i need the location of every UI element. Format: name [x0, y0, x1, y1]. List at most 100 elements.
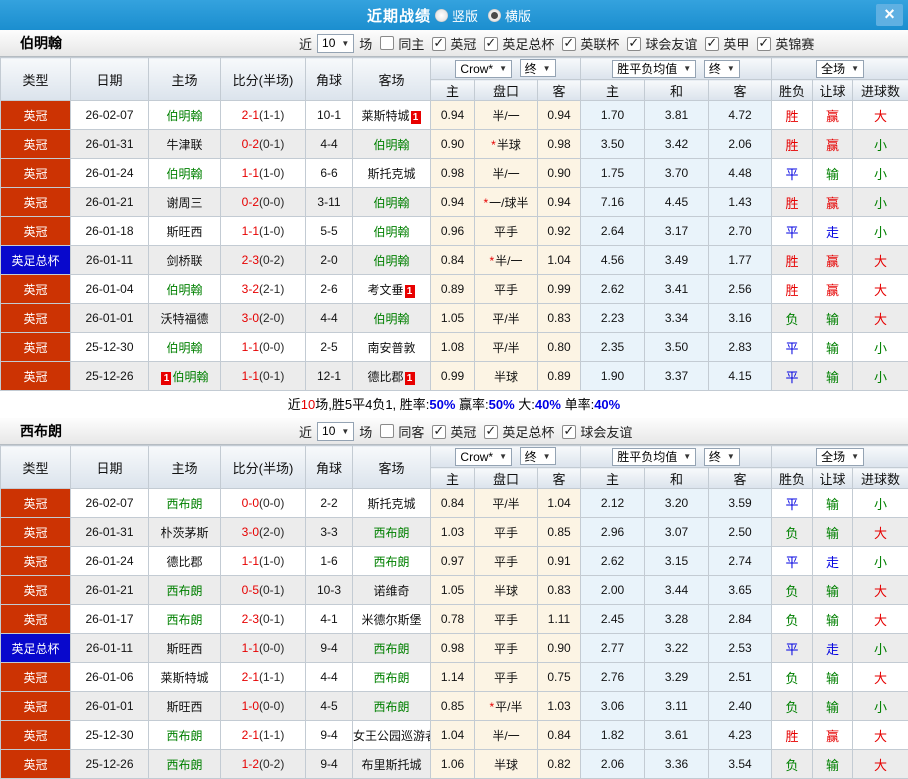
date-cell: 25-12-30	[71, 333, 149, 362]
recent-count-value: 10	[322, 424, 335, 438]
fulltime-score: 1-1	[242, 369, 259, 383]
match-row: 英足总杯26-01-11斯旺西1-1(0-0)9-4西布朗0.98平手0.902…	[1, 634, 908, 663]
handicap-cell: 平手	[475, 663, 538, 692]
score-cell: 3-0(2-0)	[221, 304, 306, 333]
result-cell: 胜	[772, 721, 813, 750]
wdl-average-select[interactable]: 胜平负均值▼	[612, 60, 696, 78]
col-home: 主场	[149, 446, 221, 489]
recent-count-select[interactable]: 10▼	[317, 422, 354, 441]
radio-horizontal-layout[interactable]: 横版	[488, 6, 531, 25]
handicap-result-cell: 输	[813, 663, 853, 692]
league-checkbox[interactable]	[484, 37, 498, 51]
avg-win-cell: 2.77	[581, 634, 645, 663]
avg-draw-cell: 3.41	[645, 275, 709, 304]
odds-away-cell: 0.90	[538, 159, 581, 188]
scope-select[interactable]: 全场▼	[816, 60, 864, 78]
score-cell: 1-1(0-0)	[221, 634, 306, 663]
redcard-icon: 1	[405, 372, 415, 385]
league-checkbox[interactable]	[432, 425, 446, 439]
league-checkbox[interactable]	[562, 425, 576, 439]
avg-lose-cell: 2.70	[709, 217, 772, 246]
titlebar: 近期战绩 竖版 横版 ×	[0, 0, 908, 30]
fulltime-score: 1-1	[242, 224, 259, 238]
corner-cell: 9-4	[306, 721, 353, 750]
odds-company-select[interactable]: Crow*▼	[455, 60, 512, 78]
home-team-name: 德比郡	[166, 555, 202, 569]
away-cell: 伯明翰	[353, 188, 431, 217]
summary-segment: 50%	[429, 397, 455, 412]
away-team-name: 斯托克城	[367, 167, 415, 181]
match-row: 英冠26-01-21谢周三0-2(0-0)3-11伯明翰0.94*一/球半0.9…	[1, 188, 908, 217]
sub-handicap-result: 让球	[813, 80, 853, 101]
home-cell: 谢周三	[149, 188, 221, 217]
sub-goals: 进球数	[853, 468, 908, 489]
handicap-cell: 平/半	[475, 333, 538, 362]
sub-draw: 和	[645, 468, 709, 489]
avg-draw-cell: 3.81	[645, 101, 709, 130]
odds-header-cell: Crow*▼ 终▼	[431, 58, 581, 80]
avg-lose-cell: 2.84	[709, 605, 772, 634]
recent-count-select[interactable]: 10▼	[317, 34, 354, 53]
home-team-name: 西布朗	[166, 758, 202, 772]
date-cell: 25-12-26	[71, 362, 149, 391]
same-home-checkbox[interactable]	[380, 36, 394, 50]
goals-cell: 大	[853, 576, 908, 605]
avg-win-cell: 7.16	[581, 188, 645, 217]
score-cell: 2-1(1-1)	[221, 721, 306, 750]
final-odds-select[interactable]: 终▼	[520, 59, 556, 77]
avg-draw-cell: 3.20	[645, 489, 709, 518]
halftime-score: (1-0)	[259, 166, 284, 180]
league-checkbox[interactable]	[562, 37, 576, 51]
goals-cell: 小	[853, 188, 908, 217]
handicap-result-cell: 赢	[813, 130, 853, 159]
match-row: 英冠26-01-01沃特福德3-0(2-0)4-4伯明翰1.05平/半0.832…	[1, 304, 908, 333]
result-cell: 胜	[772, 246, 813, 275]
avg-win-cell: 2.00	[581, 576, 645, 605]
league-checkbox[interactable]	[757, 37, 771, 51]
league-checkbox[interactable]	[627, 37, 641, 51]
summary-segment: 10	[301, 397, 315, 412]
final-odds-select-2[interactable]: 终▼	[704, 60, 740, 78]
goals-cell: 小	[853, 217, 908, 246]
away-cell: 伯明翰	[353, 246, 431, 275]
league-filters: 英冠英足总杯球会友谊	[425, 422, 633, 441]
matches-tbody-birmingham: 英冠26-02-07伯明翰2-1(1-1)10-1莱斯特城10.94半/一0.9…	[1, 101, 908, 391]
sub-result: 胜负	[772, 80, 813, 101]
handicap-value: 半球	[494, 370, 518, 384]
halftime-score: (1-0)	[259, 554, 284, 568]
home-team-name: 伯明翰	[172, 370, 208, 384]
halftime-score: (1-1)	[259, 728, 284, 742]
score-cell: 0-2(0-1)	[221, 130, 306, 159]
home-cell: 伯明翰	[149, 159, 221, 188]
type-cell: 英足总杯	[1, 634, 71, 663]
league-checkbox[interactable]	[705, 37, 719, 51]
avg-draw-cell: 3.49	[645, 246, 709, 275]
radio-vertical-layout[interactable]: 竖版	[435, 6, 478, 25]
odds-away-cell: 1.04	[538, 489, 581, 518]
close-icon[interactable]: ×	[876, 4, 903, 26]
odds-home-cell: 0.90	[431, 130, 475, 159]
handicap-value: 平/半	[492, 312, 519, 326]
odds-home-cell: 0.94	[431, 188, 475, 217]
result-cell: 负	[772, 576, 813, 605]
matches-table-westbrom: 类型 日期 主场 比分(半场) 角球 客场 Crow*▼ 终▼ 胜平负均值▼ 终…	[0, 445, 908, 779]
type-cell: 英冠	[1, 721, 71, 750]
result-cell: 平	[772, 489, 813, 518]
league-checkbox[interactable]	[432, 37, 446, 51]
final-odds-select-2[interactable]: 终▼	[704, 448, 740, 466]
scope-select[interactable]: 全场▼	[816, 448, 864, 466]
match-row: 英冠26-01-17西布朗2-3(0-1)4-1米德尔斯堡0.78平手1.112…	[1, 605, 908, 634]
odds-company-select[interactable]: Crow*▼	[455, 448, 512, 466]
sub-draw: 和	[645, 80, 709, 101]
odds-home-cell: 1.08	[431, 333, 475, 362]
final-odds-select[interactable]: 终▼	[520, 447, 556, 465]
home-cell: 西布朗	[149, 576, 221, 605]
corner-cell: 1-6	[306, 547, 353, 576]
away-team-name: 考文垂	[367, 283, 403, 297]
league-checkbox[interactable]	[484, 425, 498, 439]
chevron-down-icon: ▼	[727, 452, 735, 461]
same-away-checkbox[interactable]	[380, 424, 394, 438]
odds-home-cell: 0.94	[431, 101, 475, 130]
avg-draw-cell: 4.45	[645, 188, 709, 217]
wdl-average-select[interactable]: 胜平负均值▼	[612, 448, 696, 466]
